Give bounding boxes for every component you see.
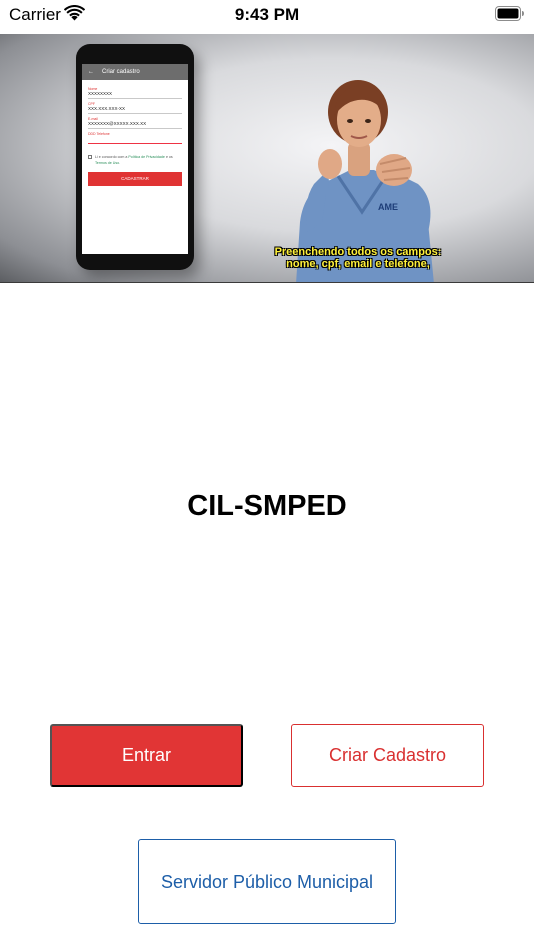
tutorial-video[interactable]: ← Criar cadastro Nome XXXXXXXX CPF XXX.X… bbox=[0, 34, 534, 283]
battery-icon bbox=[495, 6, 524, 21]
mock-consent-middle: e os bbox=[165, 155, 173, 159]
subtitle-line-1: Preenchendo todos os campos: bbox=[274, 246, 442, 258]
mock-submit-button: CADASTRAR bbox=[88, 172, 182, 186]
mock-consent-prefix: Li e concordo com a bbox=[95, 155, 128, 159]
back-arrow-icon: ← bbox=[88, 69, 94, 75]
mock-field-value: XXXXXXXX bbox=[88, 91, 182, 99]
mock-consent: Li e concordo com a Política de Privacid… bbox=[88, 154, 182, 166]
mock-privacy-link: Política de Privacidade bbox=[128, 155, 165, 159]
phone-mockup-screen: ← Criar cadastro Nome XXXXXXXX CPF XXX.X… bbox=[82, 64, 188, 254]
enter-button[interactable]: Entrar bbox=[50, 724, 243, 787]
phone-mockup-form: Nome XXXXXXXX CPF XXX.XXX.XXX-XX E-mail … bbox=[82, 80, 188, 186]
create-account-button[interactable]: Criar Cadastro bbox=[291, 724, 484, 787]
mock-terms-link: Termos de Uso. bbox=[95, 161, 121, 165]
mock-consent-text: Li e concordo com a Política de Privacid… bbox=[95, 154, 182, 166]
mock-field-value: XXXXXXX@XXXXX.XXX.XX bbox=[88, 121, 182, 129]
phone-mockup-header: ← Criar cadastro bbox=[82, 64, 188, 80]
shirt-logo-text: AME bbox=[378, 202, 398, 212]
status-time: 9:43 PM bbox=[234, 5, 300, 24]
phone-mockup-title: Criar cadastro bbox=[102, 69, 140, 75]
status-bar: Carrier 9:43 PM bbox=[0, 0, 534, 30]
mock-field-value: XXX.XXX.XXX-XX bbox=[88, 106, 182, 114]
video-subtitle: Preenchendo todos os campos: nome, cpf, … bbox=[258, 246, 458, 270]
mock-field-value bbox=[88, 136, 182, 144]
subtitle-line-2: nome, cpf, email e telefone, bbox=[286, 258, 430, 270]
phone-mockup: ← Criar cadastro Nome XXXXXXXX CPF XXX.X… bbox=[76, 44, 194, 270]
checkbox-icon bbox=[88, 155, 92, 159]
municipal-server-button[interactable]: Servidor Público Municipal bbox=[138, 839, 396, 924]
app-title: CIL-SMPED bbox=[187, 490, 347, 522]
